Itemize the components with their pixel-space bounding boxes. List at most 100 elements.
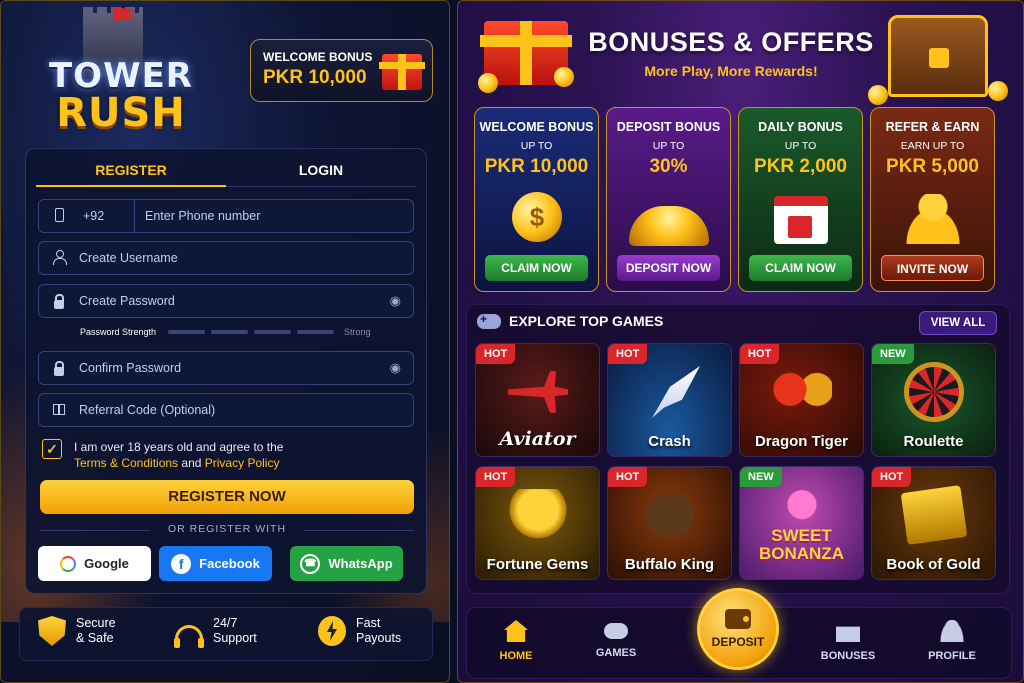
auth-tabs: REGISTER LOGIN: [36, 153, 416, 187]
nav-profile[interactable]: PROFILE: [907, 620, 997, 662]
brand-logo[interactable]: TOWER RUSH: [41, 59, 201, 133]
bonus-card-title: DEPOSIT BONUS: [616, 120, 721, 134]
trust-line1: Fast: [356, 616, 381, 630]
sweet-bonanza-logo-line1: SWEET: [771, 526, 832, 545]
game-tile-dragon-tiger[interactable]: HOT Dragon Tiger: [739, 343, 864, 457]
whatsapp-label: WhatsApp: [328, 556, 393, 571]
profile-icon: [940, 620, 964, 642]
nav-games-label: GAMES: [595, 647, 637, 659]
agree-checkbox[interactable]: ✓: [42, 439, 62, 459]
password-field[interactable]: Create Password ◉: [38, 284, 414, 318]
and-text: and: [181, 456, 202, 470]
terms-link[interactable]: Terms & Conditions: [74, 456, 178, 470]
google-login-button[interactable]: Google: [38, 546, 151, 581]
buffalo-icon: [640, 489, 700, 541]
coin-pile-icon: [629, 192, 709, 252]
referral-input[interactable]: Referral Code (Optional): [79, 403, 215, 417]
bonus-card-upto: UP TO: [784, 140, 817, 152]
game-tile-buffalo-king[interactable]: HOT Buffalo King: [607, 466, 732, 580]
register-now-button[interactable]: REGISTER NOW: [40, 480, 414, 514]
bonus-card-upto: EARN UP TO: [900, 140, 965, 152]
game-name: Roulette: [903, 433, 964, 450]
game-tile-aviator[interactable]: HOT Aviator: [475, 343, 600, 457]
game-name: Crash: [648, 433, 691, 450]
games-title: EXPLORE TOP GAMES: [509, 313, 664, 329]
bonus-card-title: WELCOME BONUS: [479, 120, 594, 134]
coin-icon: [554, 67, 574, 87]
confirm-password-field[interactable]: Confirm Password ◉: [38, 351, 414, 385]
game-name: Aviator: [499, 428, 576, 450]
eye-slash-icon[interactable]: ◉: [390, 360, 401, 376]
wallet-icon: [725, 609, 751, 629]
phone-input[interactable]: Enter Phone number: [135, 209, 260, 223]
trust-item-secure: Secure & Safe: [38, 616, 116, 646]
game-tile-crash[interactable]: HOT Crash: [607, 343, 732, 457]
privacy-link[interactable]: Privacy Policy: [205, 456, 280, 470]
nav-games[interactable]: GAMES: [571, 620, 661, 659]
claim-now-button[interactable]: CLAIM NOW: [485, 255, 588, 281]
airplane-icon: [508, 371, 568, 413]
strength-value: Strong: [344, 327, 371, 337]
trust-bar: Secure & Safe 24/7 Support Fast Payouts: [19, 607, 433, 661]
or-register-with-divider: OR REGISTER WITH: [40, 523, 414, 535]
username-input[interactable]: Create Username: [79, 251, 178, 265]
nav-deposit-button[interactable]: DEPOSIT: [697, 588, 779, 670]
game-tile-book-of-gold[interactable]: HOT Book of Gold: [871, 466, 996, 580]
games-header: EXPLORE TOP GAMES: [477, 312, 664, 329]
register-panel: TOWER RUSH WELCOME BONUS PKR 10,000 REGI…: [0, 0, 450, 683]
nav-home[interactable]: HOME: [471, 620, 561, 662]
welcome-bonus-banner[interactable]: WELCOME BONUS PKR 10,000: [250, 39, 433, 102]
confirm-password-input[interactable]: Confirm Password: [79, 361, 181, 375]
game-name: Book of Gold: [886, 556, 981, 573]
facebook-login-button[interactable]: f Facebook: [159, 546, 272, 581]
username-field[interactable]: Create Username: [38, 241, 414, 275]
tab-register[interactable]: REGISTER: [36, 153, 226, 187]
game-name: Fortune Gems: [486, 556, 589, 573]
invite-now-button[interactable]: INVITE NOW: [881, 255, 984, 281]
bonus-card-title: REFER & EARN: [885, 120, 980, 134]
trust-item-support: 24/7 Support: [174, 616, 257, 648]
lock-icon: [39, 293, 79, 309]
brand-line2: RUSH: [56, 90, 186, 136]
whatsapp-login-button[interactable]: ☎ WhatsApp: [290, 546, 403, 581]
game-tile-fortune-gems[interactable]: HOT Fortune Gems: [475, 466, 600, 580]
hot-badge: HOT: [608, 344, 648, 364]
game-tile-sweet-bonanza[interactable]: NEW SWEET BONANZA: [739, 466, 864, 580]
bonus-card-deposit[interactable]: DEPOSIT BONUS UP TO 30% DEPOSIT NOW: [606, 107, 731, 292]
hot-badge: HOT: [872, 467, 912, 487]
deposit-now-button[interactable]: DEPOSIT NOW: [617, 255, 720, 281]
nav-bonuses[interactable]: BONUSES: [803, 620, 893, 662]
offers-panel: BONUSES & OFFERS More Play, More Rewards…: [457, 0, 1024, 683]
claim-now-button[interactable]: CLAIM NOW: [749, 255, 852, 281]
roulette-wheel-icon: [904, 362, 964, 422]
bonus-card-welcome[interactable]: WELCOME BONUS UP TO PKR 10,000 $ CLAIM N…: [474, 107, 599, 292]
nav-profile-label: PROFILE: [928, 650, 976, 662]
tab-login[interactable]: LOGIN: [226, 153, 416, 187]
sweet-bonanza-logo: SWEET BONANZA: [740, 527, 863, 563]
lightning-icon: [318, 616, 346, 646]
eye-slash-icon[interactable]: ◉: [390, 293, 401, 309]
bonus-card-daily[interactable]: DAILY BONUS UP TO PKR 2,000 CLAIM NOW: [738, 107, 863, 292]
hot-badge: HOT: [476, 344, 516, 364]
bonus-card-refer[interactable]: REFER & EARN EARN UP TO PKR 5,000 INVITE…: [870, 107, 995, 292]
trust-line2: & Safe: [76, 631, 114, 645]
offers-subtitle: More Play, More Rewards!: [644, 63, 818, 79]
phone-field[interactable]: +92 Enter Phone number: [38, 199, 414, 233]
view-all-button[interactable]: VIEW ALL: [919, 311, 997, 335]
game-tile-roulette[interactable]: NEW Roulette: [871, 343, 996, 457]
trust-line2: Payouts: [356, 631, 402, 645]
password-strength: Password Strength Strong: [80, 326, 400, 338]
gift-box-icon: [379, 54, 425, 90]
password-input[interactable]: Create Password: [79, 294, 175, 308]
google-icon: [60, 555, 77, 572]
trust-line1: Secure: [76, 616, 116, 630]
referral-field[interactable]: Referral Code (Optional): [38, 393, 414, 427]
rocket-icon: [652, 366, 700, 418]
offers-title: BONUSES & OFFERS: [588, 27, 874, 57]
country-code-select[interactable]: +92: [79, 200, 135, 232]
bonus-card-title: DAILY BONUS: [758, 120, 843, 134]
agree-text: I am over 18 years old and agree to the: [74, 440, 284, 454]
strength-label: Password Strength: [80, 327, 157, 337]
agree-text-block: I am over 18 years old and agree to the …: [74, 439, 283, 471]
hot-badge: HOT: [740, 344, 780, 364]
